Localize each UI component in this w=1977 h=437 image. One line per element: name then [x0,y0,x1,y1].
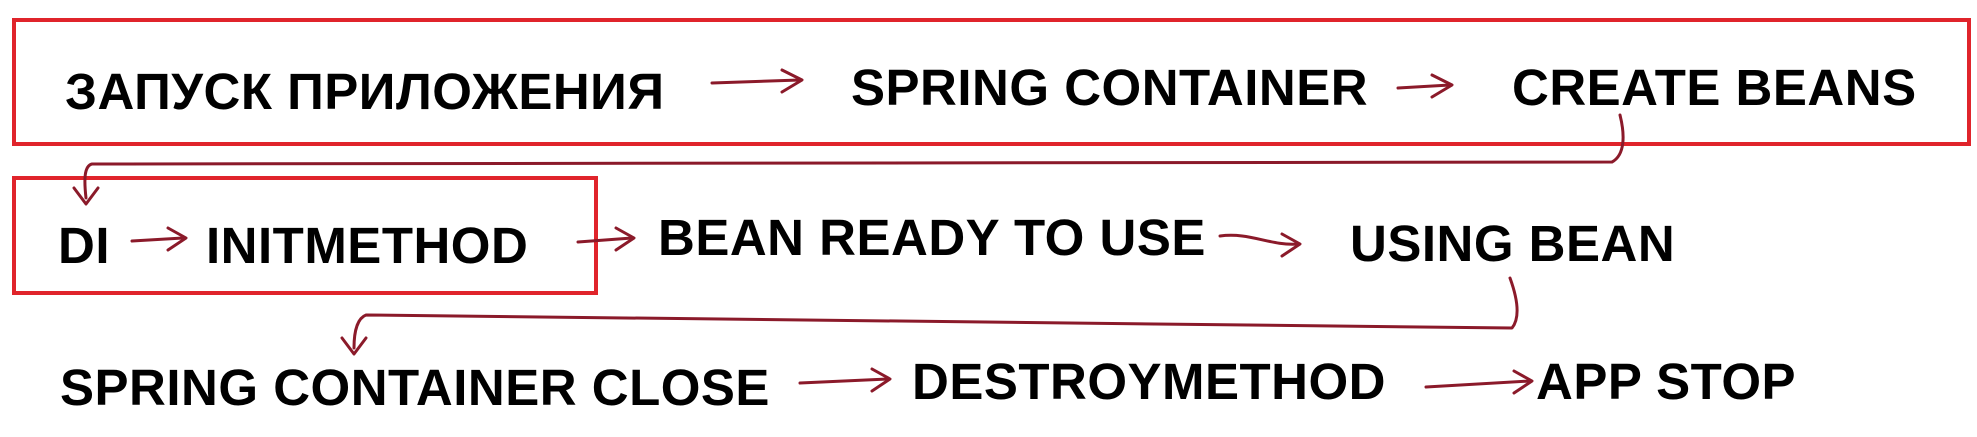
connector-using-to-close [340,276,1519,356]
step-init-method: INITMETHOD [206,217,529,274]
arrow-ready-to-using [1218,232,1302,258]
step-app-start: ЗАПУСК ПРИЛОЖЕНИЯ [65,63,665,120]
step-bean-ready: BEAN READY TO USE [658,209,1206,266]
arrow-destroy-to-stop [1424,369,1534,395]
step-spring-container: SPRING CONTAINER [851,59,1369,116]
arrow-di-to-init [130,226,188,252]
arrow-init-to-ready [576,226,636,252]
step-destroy-method: DESTROYMETHOD [912,353,1387,410]
connector-beans-to-di [72,113,1625,206]
step-using-bean: USING BEAN [1350,215,1676,272]
arrow-container-to-beans [1396,73,1454,99]
arrow-start-to-container [710,68,804,94]
lifecycle-diagram: { "colors": { "box_outline": "#e0242b", … [0,0,1977,437]
step-container-close: SPRING CONTAINER CLOSE [60,359,770,416]
step-di: DI [58,217,110,274]
step-create-beans: CREATE BEANS [1512,59,1917,116]
step-app-stop: APP STOP [1536,353,1797,410]
arrow-close-to-destroy [798,367,892,393]
